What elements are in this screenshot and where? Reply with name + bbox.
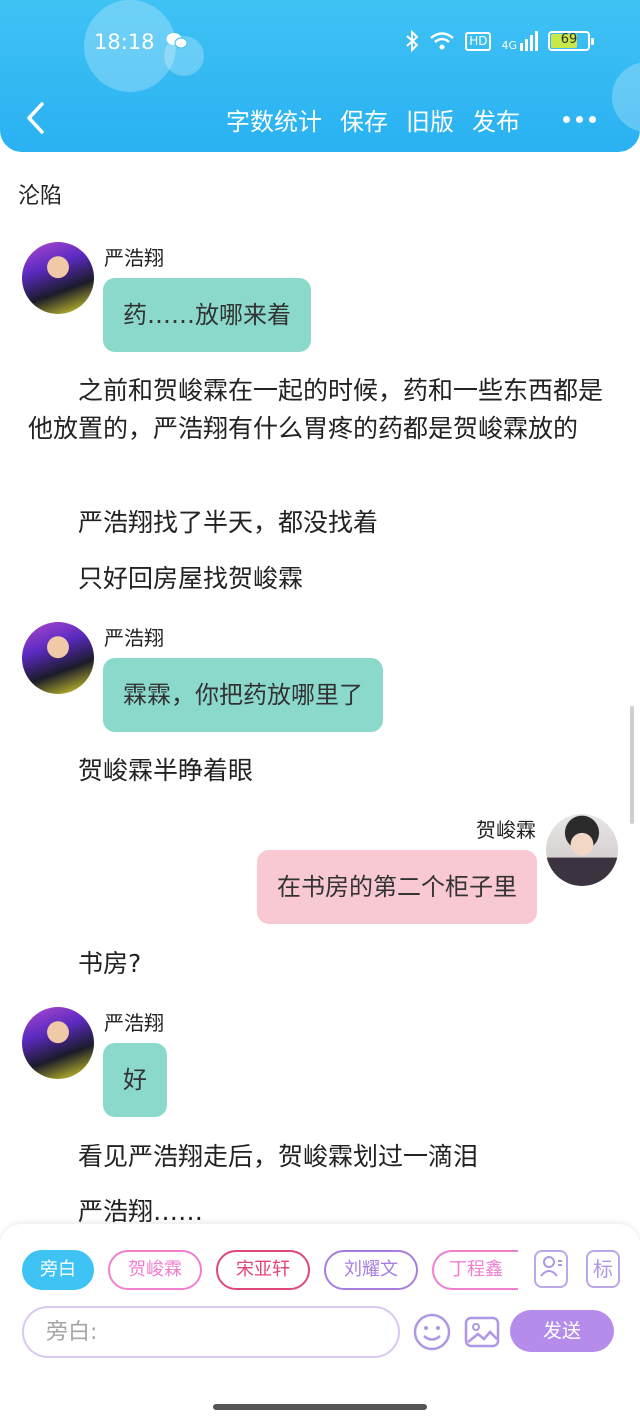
home-indicator[interactable] <box>213 1404 427 1410</box>
signal-4g-icon: 4G <box>501 31 538 51</box>
narration-text[interactable]: 之前和贺峻霖在一起的时候，药和一些东西都是他放置的，严浩翔有什么胃疼的药都是贺峻… <box>28 372 618 448</box>
avatar-yan-haoxiang[interactable] <box>22 1007 94 1079</box>
speaker-name: 严浩翔 <box>104 626 164 650</box>
hd-badge: HD <box>465 31 492 51</box>
emoji-icon[interactable] <box>412 1312 452 1352</box>
story-title: 沦陷 <box>18 184 63 209</box>
speaker-name: 严浩翔 <box>104 1011 164 1035</box>
narration-text[interactable]: 书房? <box>78 945 618 983</box>
status-bar: 18:18 HD 4G 69 <box>0 0 640 80</box>
narration-text[interactable]: 严浩翔找了半天，都没找着 <box>78 504 618 542</box>
role-chip-ding-chengxin[interactable]: 丁程鑫 <box>432 1250 518 1290</box>
top-header: 18:18 HD 4G 69 字数统计 保存 旧版 发布 <box>0 0 640 152</box>
old-version-button[interactable]: 旧版 <box>406 102 454 137</box>
dialog-bubble[interactable]: 药……放哪来着 <box>103 278 311 352</box>
role-chip-he-junlin[interactable]: 贺峻霖 <box>108 1250 202 1290</box>
avatar-yan-haoxiang[interactable] <box>22 622 94 694</box>
nav-bar: 字数统计 保存 旧版 发布 <box>0 92 640 146</box>
speaker-name: 贺峻霖 <box>476 818 536 842</box>
role-chip-song-yaxuan[interactable]: 宋亚轩 <box>216 1250 310 1290</box>
narration-text[interactable]: 严浩翔…… <box>78 1193 618 1224</box>
battery-icon: 69 <box>548 31 594 51</box>
dialog-bubble[interactable]: 霖霖，你把药放哪里了 <box>103 658 383 732</box>
narration-text[interactable]: 贺峻霖半睁着眼 <box>78 752 618 790</box>
dialog-bubble[interactable]: 好 <box>103 1043 167 1117</box>
more-options-icon[interactable] <box>563 116 596 123</box>
word-count-button[interactable]: 字数统计 <box>226 102 322 137</box>
tag-button[interactable]: 标 <box>586 1250 620 1288</box>
message-input[interactable] <box>46 1316 376 1348</box>
bluetooth-icon <box>406 30 419 52</box>
message-input-field[interactable] <box>22 1306 400 1358</box>
speaker-name: 严浩翔 <box>104 246 164 270</box>
scrollbar-thumb[interactable] <box>630 706 634 824</box>
role-chip-narration[interactable]: 旁白 <box>22 1250 94 1290</box>
back-arrow-icon[interactable] <box>22 100 52 136</box>
toolbar-actions: 字数统计 保存 旧版 发布 <box>226 102 520 137</box>
image-icon[interactable] <box>462 1312 502 1352</box>
publish-button[interactable]: 发布 <box>472 102 520 137</box>
wifi-icon <box>430 32 454 50</box>
wechat-icon <box>166 33 188 49</box>
status-icons: HD 4G 69 <box>405 30 594 52</box>
composer-panel: 旁白 贺峻霖 宋亚轩 刘耀文 丁程鑫 标 发送 <box>0 1224 640 1422</box>
narration-text[interactable]: 只好回房屋找贺峻霖 <box>78 560 618 598</box>
clock: 18:18 <box>94 30 155 54</box>
save-button[interactable]: 保存 <box>340 102 388 137</box>
send-button[interactable]: 发送 <box>510 1310 614 1352</box>
avatar-yan-haoxiang[interactable] <box>22 242 94 314</box>
role-chip-liu-yaowen[interactable]: 刘耀文 <box>324 1250 418 1290</box>
add-role-icon[interactable] <box>534 1250 568 1288</box>
avatar-he-junlin[interactable] <box>546 814 618 886</box>
dialog-bubble[interactable]: 在书房的第二个柜子里 <box>257 850 537 924</box>
story-content: 沦陷 严浩翔 药……放哪来着 之前和贺峻霖在一起的时候，药和一些东西都是他放置的… <box>0 152 640 1224</box>
narration-text[interactable]: 看见严浩翔走后，贺峻霖划过一滴泪 <box>78 1138 618 1176</box>
battery-level: 69 <box>560 32 578 47</box>
